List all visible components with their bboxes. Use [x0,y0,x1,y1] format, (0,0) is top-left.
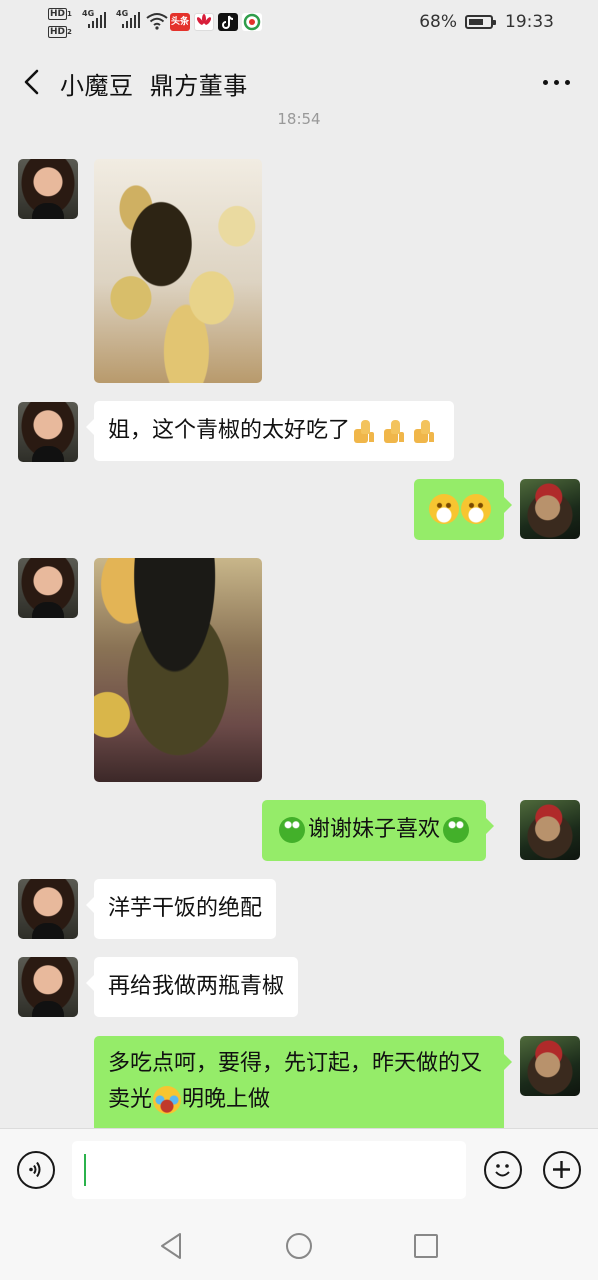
contact-avatar[interactable] [18,159,78,219]
clock: 19:33 [505,12,554,32]
message-text: 明晚上做 [182,1087,271,1112]
system-nav-bar [0,1212,598,1280]
incoming-text-bubble[interactable]: 洋芋干饭的绝配 [85,879,277,939]
nav-recents-icon[interactable] [412,1232,440,1260]
toutiao-icon: 头条 [170,13,190,31]
incoming-text-bubble[interactable]: 再给我做两瓶青椒 [85,957,299,1017]
hd-indicator-1: HD 1 [48,8,72,20]
thumbs-up-icon [412,418,438,444]
message-input[interactable] [72,1141,466,1199]
image-message[interactable] [94,558,262,782]
message-text: 再给我做两瓶青椒 [108,974,285,999]
thumbs-up-icon [352,418,378,444]
thumbs-up-icon [382,418,408,444]
back-arrow-icon[interactable] [20,66,48,98]
contact-avatar[interactable] [18,879,78,939]
contact-avatar[interactable] [18,957,78,1017]
chat-header: 小魔豆 鼎方董事 [0,44,598,118]
contact-avatar[interactable] [18,558,78,618]
text-caret [84,1154,86,1186]
incoming-text-bubble[interactable]: 姐，这个青椒的太好吃了 [85,401,455,461]
input-bar [0,1128,598,1212]
smiley-icon [495,1164,510,1177]
message-text: 谢谢妹子喜欢 [308,817,441,842]
status-bar: HD 1 HD 2 4G 4G 头条 68% 19:33 [0,0,598,44]
more-functions-button[interactable] [543,1151,581,1189]
browser-icon [242,13,262,31]
nav-home-icon[interactable] [285,1232,313,1260]
my-avatar[interactable] [520,800,580,860]
message-text: 洋芋干饭的绝配 [108,896,263,921]
message-list[interactable]: 18:54 姐，这个青椒的太好吃了 谢谢妹子喜欢 洋芋干饭的绝配 再给我做两瓶青… [0,110,598,1128]
battery-icon [465,15,496,29]
wifi-icon [146,13,168,30]
grin-emoji-icon [429,494,459,524]
outgoing-text-bubble[interactable]: 谢谢妹子喜欢 [262,800,495,861]
cell-signal-1-icon: 4G [82,9,106,28]
my-avatar[interactable] [520,1036,580,1096]
outgoing-text-bubble[interactable]: 多吃点呵，要得，先订起，昨天做的又卖光 明晚上做 [94,1036,512,1128]
tiktok-icon [218,13,238,31]
my-avatar[interactable] [520,479,580,539]
outgoing-emoji-bubble[interactable] [414,479,512,540]
status-right: 68% 19:33 [419,12,554,32]
nav-back-icon[interactable] [158,1231,184,1261]
message-text: 姐，这个青椒的太好吃了 [108,418,351,443]
huawei-icon [194,13,214,31]
cell-signal-2-icon: 4G [116,9,140,28]
voice-input-button[interactable] [17,1151,55,1189]
plus-icon [553,1161,570,1178]
crying-laughing-emoji-icon [153,1086,182,1114]
emoji-button[interactable] [484,1151,522,1189]
image-message[interactable] [94,159,262,383]
hd-indicator-2: HD 2 [48,26,72,38]
frog-emoji-icon [279,817,305,843]
message-timestamp: 18:54 [277,110,321,128]
battery-percent: 68% [419,12,457,32]
frog-emoji-icon [443,817,470,843]
voice-icon [29,1161,41,1178]
chat-title: 小魔豆 鼎方董事 [60,72,248,100]
more-options-icon[interactable] [540,68,572,96]
grin-emoji-icon [461,494,491,524]
contact-avatar[interactable] [18,402,78,462]
